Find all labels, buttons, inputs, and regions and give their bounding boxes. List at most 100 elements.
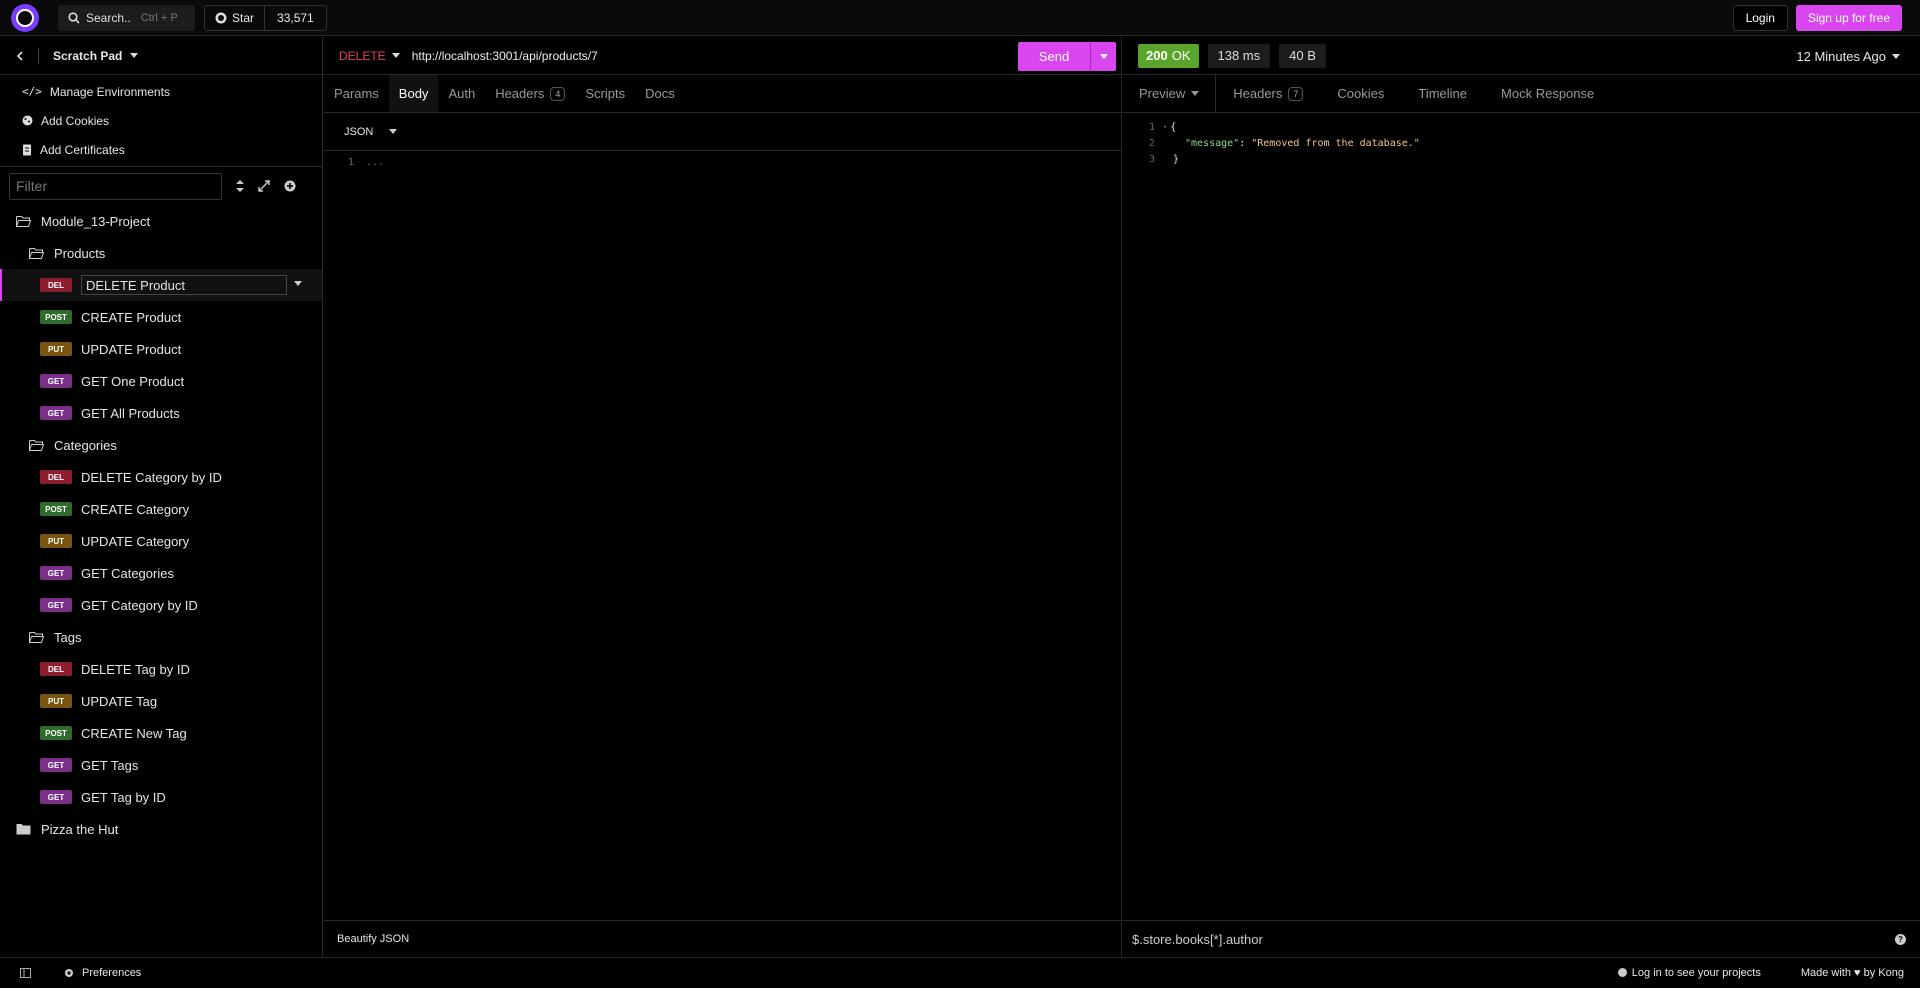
request-item[interactable]: GET GET Tags — [0, 749, 322, 781]
tab-mock-response[interactable]: Mock Response — [1484, 75, 1611, 112]
help-icon[interactable]: ? — [1895, 934, 1906, 945]
preferences-button[interactable]: Preferences — [64, 967, 141, 979]
toggle-sidebar-icon[interactable] — [20, 968, 31, 978]
chevron-down-icon[interactable] — [294, 281, 302, 286]
chevron-down-icon — [389, 129, 398, 134]
response-filter-input[interactable]: $.store.books[*].author — [1132, 932, 1263, 947]
expand-icon[interactable] — [258, 180, 270, 192]
workspace-title[interactable]: Scratch Pad — [53, 49, 122, 63]
tab-docs[interactable]: Docs — [635, 75, 685, 112]
filter-input[interactable] — [9, 172, 222, 200]
request-item[interactable]: POST CREATE New Tag — [0, 717, 322, 749]
method-badge: GET — [40, 598, 72, 612]
request-item[interactable]: POST CREATE Product — [0, 301, 322, 333]
folder-name: Tags — [54, 629, 82, 645]
add-cookies-link[interactable]: Add Cookies — [0, 106, 322, 135]
json-colon: : — [1239, 137, 1252, 149]
code-line: 3 } — [1123, 151, 1920, 167]
folder-icon — [16, 824, 31, 835]
back-chevron-icon[interactable] — [16, 50, 24, 61]
login-hint[interactable]: Log in to see your projects — [1617, 967, 1761, 979]
add-certificates-link[interactable]: Add Certificates — [0, 135, 322, 164]
tab-response-headers[interactable]: Headers 7 — [1216, 75, 1320, 112]
method-badge: POST — [40, 726, 72, 740]
tab-params[interactable]: Params — [324, 75, 389, 112]
method-badge: GET — [40, 374, 72, 388]
method-badge: DEL — [40, 662, 72, 676]
request-item[interactable]: GET GET Tag by ID — [0, 781, 322, 813]
beautify-json-button[interactable]: Beautify JSON — [337, 933, 409, 945]
request-name: GET Tags — [81, 757, 139, 773]
tab-headers[interactable]: Headers 4 — [485, 75, 575, 112]
request-item-active[interactable]: DEL DELETE Product — [0, 269, 322, 301]
request-item[interactable]: GET GET Category by ID — [0, 589, 322, 621]
add-circle-icon[interactable] — [284, 180, 296, 192]
login-hint-label: Log in to see your projects — [1631, 967, 1761, 979]
insomnia-logo-icon[interactable] — [11, 3, 39, 32]
url-input[interactable]: http://localhost:3001/api/products/7 — [412, 49, 598, 63]
method-select[interactable]: DELETE — [339, 49, 400, 63]
star-label: Star — [232, 10, 255, 25]
request-name: CREATE Product — [81, 309, 182, 325]
method-badge: PUT — [40, 342, 72, 356]
request-item[interactable]: PUT UPDATE Tag — [0, 685, 322, 717]
search-label: Search.. — [86, 10, 131, 25]
tab-scripts[interactable]: Scripts — [575, 75, 635, 112]
search-button[interactable]: Search.. Ctrl + P — [58, 4, 195, 31]
request-name: GET Tag by ID — [81, 789, 166, 805]
fold-icon[interactable]: ▾ — [1163, 123, 1167, 131]
send-button[interactable]: Send — [1018, 42, 1090, 71]
project-folder-pizza[interactable]: Pizza the Hut — [0, 813, 322, 845]
method-badge: GET — [40, 406, 72, 420]
request-item[interactable]: GET GET One Product — [0, 365, 322, 397]
sort-icon[interactable] — [236, 180, 244, 192]
made-with-kong[interactable]: Made with ♥ by Kong — [1801, 967, 1904, 979]
add-cookies-label: Add Cookies — [41, 113, 110, 128]
login-button[interactable]: Login — [1732, 5, 1788, 31]
tab-body[interactable]: Body — [388, 75, 439, 112]
request-name: GET Category by ID — [81, 597, 198, 613]
request-tabs: Params Body Auth Headers 4 Scripts Docs — [324, 75, 1121, 113]
response-status-bar: 200 OK 138 ms 40 B 12 Minutes Ago — [1123, 37, 1920, 75]
tab-cookies[interactable]: Cookies — [1320, 75, 1401, 112]
request-item[interactable]: DEL DELETE Tag by ID — [0, 653, 322, 685]
history-dropdown[interactable]: 12 Minutes Ago — [1796, 49, 1900, 64]
folder-products[interactable]: Products — [0, 237, 322, 269]
request-rename-input[interactable]: DELETE Product — [81, 275, 287, 295]
method-badge: PUT — [40, 694, 72, 708]
request-name: GET All Products — [81, 405, 180, 421]
request-tree: Module_13-Project Products DEL DELETE Pr… — [0, 205, 322, 845]
folder-categories[interactable]: Categories — [0, 429, 322, 461]
tab-preview[interactable]: Preview — [1123, 75, 1217, 112]
sidebar: Scratch Pad </> Manage Environments Add … — [0, 37, 323, 957]
json-brace: } — [1173, 153, 1180, 165]
response-body: 1 ▾ { 2 "message" : "Removed from the da… — [1123, 113, 1920, 167]
manage-environments-link[interactable]: </> Manage Environments — [0, 77, 322, 106]
status-badge: 200 OK — [1138, 43, 1199, 68]
method-label: DELETE — [339, 48, 386, 63]
code-icon: </> — [22, 85, 42, 98]
tab-auth[interactable]: Auth — [438, 75, 485, 112]
gear-icon — [65, 969, 73, 977]
request-item[interactable]: GET GET Categories — [0, 557, 322, 589]
send-options-button[interactable] — [1090, 42, 1116, 71]
chevron-down-icon[interactable] — [130, 53, 139, 58]
request-item[interactable]: GET GET All Products — [0, 397, 322, 429]
request-item[interactable]: DEL DELETE Category by ID — [0, 461, 322, 493]
request-item[interactable]: PUT UPDATE Product — [0, 333, 322, 365]
tab-timeline[interactable]: Timeline — [1401, 75, 1484, 112]
folder-open-icon — [29, 440, 44, 451]
response-pane: 200 OK 138 ms 40 B 12 Minutes Ago Previe… — [1123, 37, 1920, 957]
request-item[interactable]: POST CREATE Category — [0, 493, 322, 525]
request-item[interactable]: PUT UPDATE Category — [0, 525, 322, 557]
body-type-select[interactable]: JSON — [324, 113, 1121, 151]
signup-button[interactable]: Sign up for free — [1795, 5, 1902, 31]
body-editor[interactable]: 1 ... — [324, 151, 1121, 168]
project-folder[interactable]: Module_13-Project — [0, 205, 322, 237]
github-star-group[interactable]: Star 33,571 — [204, 4, 327, 31]
request-name: DELETE Category by ID — [81, 469, 222, 485]
line-number: 2 — [1148, 137, 1155, 149]
json-value: "Removed from the database." — [1251, 137, 1420, 149]
folder-tags[interactable]: Tags — [0, 621, 322, 653]
github-star-button[interactable]: Star — [205, 5, 266, 30]
